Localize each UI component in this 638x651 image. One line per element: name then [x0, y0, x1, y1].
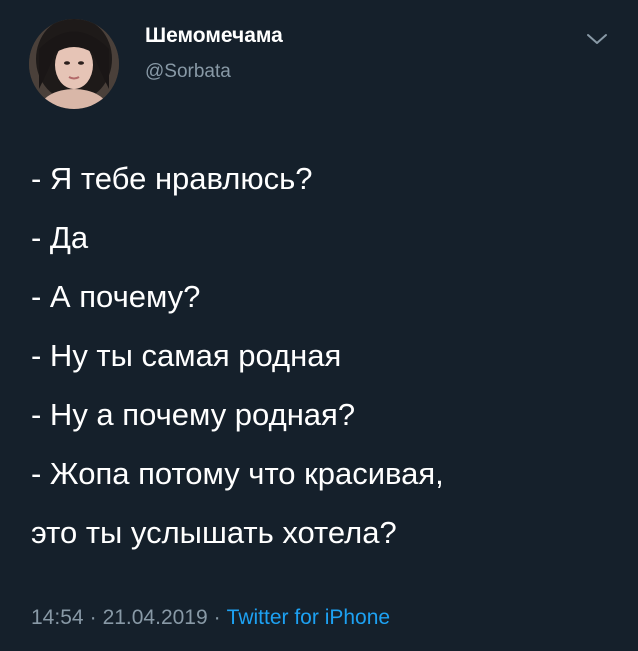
tweet-line: - Я тебе нравлюсь? — [31, 161, 313, 196]
tweet-line: - Ну а почему родная? — [31, 397, 356, 432]
tweet-text: - Я тебе нравлюсь? - Да - А почему? - Ну… — [31, 149, 621, 562]
meta-separator: · — [89, 606, 97, 629]
tweet-meta: 14:54 · 21.04.2019 · Twitter for iPhone — [31, 606, 390, 630]
chevron-down-icon[interactable] — [585, 30, 609, 48]
avatar[interactable] — [29, 19, 119, 109]
tweet-line: - Жопа потому что красивая, — [31, 456, 444, 491]
meta-separator: · — [213, 606, 221, 629]
tweet-line: это ты услышать хотела? — [31, 515, 397, 550]
tweet-date[interactable]: 21.04.2019 — [103, 606, 208, 629]
tweet-source-link[interactable]: Twitter for iPhone — [227, 606, 390, 629]
display-name[interactable]: Шемомечама — [145, 24, 283, 48]
tweet-line: - Ну ты самая родная — [31, 338, 342, 373]
tweet-line: - Да — [31, 220, 89, 255]
avatar-photo — [29, 19, 119, 109]
tweet-time[interactable]: 14:54 — [31, 606, 84, 629]
user-handle[interactable]: @Sorbata — [145, 61, 231, 83]
tweet-line: - А почему? — [31, 279, 201, 314]
